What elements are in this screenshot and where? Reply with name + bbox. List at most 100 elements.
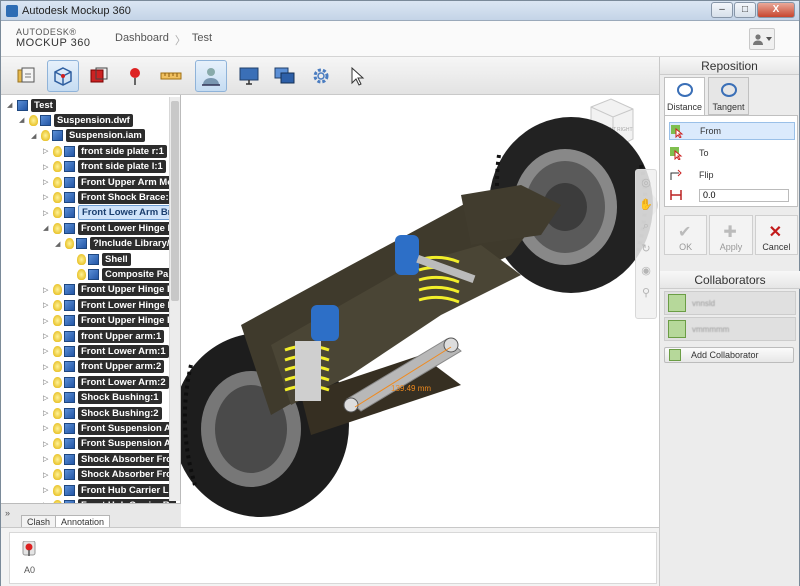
visibility-bulb-icon[interactable] [41,130,50,142]
visibility-bulb-icon[interactable] [53,392,62,404]
expand-toggle-icon[interactable]: ▷ [43,317,51,325]
option-flip[interactable]: Flip [669,166,795,184]
cancel-button[interactable]: ✕ Cancel [754,215,798,255]
tree-item[interactable]: ▷ front side plate l:1 [43,160,166,174]
expand-toggle-icon[interactable]: ▷ [43,286,51,294]
select-button[interactable] [341,60,373,92]
tree-item[interactable]: ▷ Front Suspension Ad [43,437,180,451]
visibility-bulb-icon[interactable] [53,222,62,234]
tree-item[interactable]: Shell [67,252,131,266]
display-button[interactable] [233,60,265,92]
expand-toggle-icon[interactable]: ▷ [43,378,51,386]
expand-toggle-icon[interactable]: ▷ [43,178,51,186]
expand-toggle-icon[interactable]: ◢ [7,101,15,109]
visibility-bulb-icon[interactable] [53,299,62,311]
tree-item[interactable]: ▷ front side plate r:1 [43,144,167,158]
tree-item[interactable]: ◢ Front Lower Hinge P [43,221,177,235]
expand-toggle-icon[interactable]: ▷ [43,332,51,340]
expand-toggle-icon[interactable]: ▷ [43,471,51,479]
visibility-bulb-icon[interactable] [53,284,62,296]
visibility-bulb-icon[interactable] [53,161,62,173]
tree-item[interactable]: ◢ Suspension.iam [31,129,145,143]
expand-toggle-icon[interactable]: ▷ [43,347,51,355]
reposition-button[interactable] [195,60,227,92]
expand-toggle-icon[interactable]: ◢ [43,224,51,232]
visibility-bulb-icon[interactable] [53,176,62,188]
add-collaborator-button[interactable]: Add Collaborator [664,347,794,363]
visibility-bulb-icon[interactable] [53,207,62,219]
expand-toggle-icon[interactable]: ▷ [43,193,51,201]
windows-button[interactable] [269,60,301,92]
visibility-bulb-icon[interactable] [53,376,62,388]
expand-toggle-icon[interactable]: ▷ [43,363,51,371]
option-to[interactable]: To [669,144,795,162]
expand-toggle-icon[interactable]: ▷ [43,147,51,155]
expand-toggle-icon[interactable]: ▷ [43,424,51,432]
tree-item[interactable]: ▷ Shock Absorber Fror [43,452,179,466]
tree-item[interactable]: ▷ Front Upper Hinge P [43,283,177,297]
steering-wheel-icon[interactable]: ◎ [636,172,656,192]
visibility-bulb-icon[interactable] [77,268,86,280]
maximize-button[interactable]: □ [734,2,756,18]
apply-button[interactable]: ✚ Apply [709,215,753,255]
tree-item[interactable]: ▷ Front Lower Arm Bra [43,205,180,221]
visibility-bulb-icon[interactable] [53,438,62,450]
visibility-bulb-icon[interactable] [53,422,62,434]
expand-toggle-icon[interactable]: ◢ [55,240,63,248]
visibility-bulb-icon[interactable] [77,253,86,265]
expand-toggle-icon[interactable]: ▷ [43,440,51,448]
visibility-bulb-icon[interactable] [53,315,62,327]
annotation-pin-icon[interactable] [22,541,36,559]
tree-item[interactable]: ▷ Front Lower Arm:2 [43,375,169,389]
tree-item[interactable]: ▷ Front Lower Hinge P [43,298,177,312]
pan-hand-icon[interactable]: ✋ [636,194,656,214]
visibility-bulb-icon[interactable] [53,191,62,203]
expand-toggle-icon[interactable]: ▷ [43,163,51,171]
expand-toggle-icon[interactable]: ▷ [43,486,51,494]
orbit-button[interactable] [47,60,79,92]
visibility-bulb-icon[interactable] [53,345,62,357]
look-icon[interactable]: ◉ [636,260,656,280]
tree-item[interactable]: ▷ Front Upper Hinge P [43,314,177,328]
expand-toggle-icon[interactable]: ◢ [19,116,27,124]
tree-item[interactable]: ◢ Suspension.dwf [19,113,133,127]
expand-toggle-icon[interactable]: ▷ [43,409,51,417]
collapse-panel-button[interactable]: » [5,508,10,518]
expand-toggle-icon[interactable]: ◢ [31,132,39,140]
breadcrumb-dashboard[interactable]: Dashboard [115,32,169,48]
visibility-bulb-icon[interactable] [53,407,62,419]
tree-item[interactable]: ▷ Shock Bushing:1 [43,391,162,405]
tree-scrollbar[interactable] [169,97,180,501]
visibility-bulb-icon[interactable] [53,484,62,496]
visibility-bulb-icon[interactable] [53,361,62,373]
visibility-bulb-icon[interactable] [53,469,62,481]
section-button[interactable] [83,60,115,92]
tree-item[interactable]: ▷ Front Lower Arm:1 [43,344,169,358]
distance-field[interactable] [699,188,789,202]
visibility-bulb-icon[interactable] [53,453,62,465]
tree-item[interactable]: ◢ Test [7,98,56,112]
visibility-bulb-icon[interactable] [29,114,38,126]
collaborator-item[interactable]: vmmmmm [664,317,796,341]
tree-item[interactable]: ▷ Shock Absorber Fror [43,468,179,482]
markup-button[interactable] [119,60,151,92]
ok-button[interactable]: ✔ OK [664,215,708,255]
user-menu-button[interactable] [749,28,775,50]
tree-item[interactable]: ▷ front Upper arm:2 [43,360,165,374]
walk-icon[interactable]: ⚲ [636,282,656,302]
expand-toggle-icon[interactable]: ▷ [43,209,51,217]
tree-item[interactable]: ▷ Front Hub Carrier L: [43,483,175,497]
visibility-bulb-icon[interactable] [53,145,62,157]
collaborator-item[interactable]: vnnsld [664,291,796,315]
expand-toggle-icon[interactable]: ▷ [43,394,51,402]
tab-tangent[interactable]: Tangent [708,77,749,115]
option-from[interactable]: From [669,122,795,140]
3d-viewport[interactable]: FRONT RIGHT [181,95,659,527]
tree-item[interactable]: ▷ Front Shock Brace:1 [43,190,177,204]
visibility-bulb-icon[interactable] [53,330,62,342]
tree-item[interactable]: ◢ ?Include Library/ [55,237,173,251]
tree-item[interactable]: Composite Par [67,267,176,281]
visibility-bulb-icon[interactable] [65,238,74,250]
scrollbar-thumb[interactable] [171,101,179,301]
tree-item[interactable]: ▷ Front Suspension Ad [43,421,180,435]
